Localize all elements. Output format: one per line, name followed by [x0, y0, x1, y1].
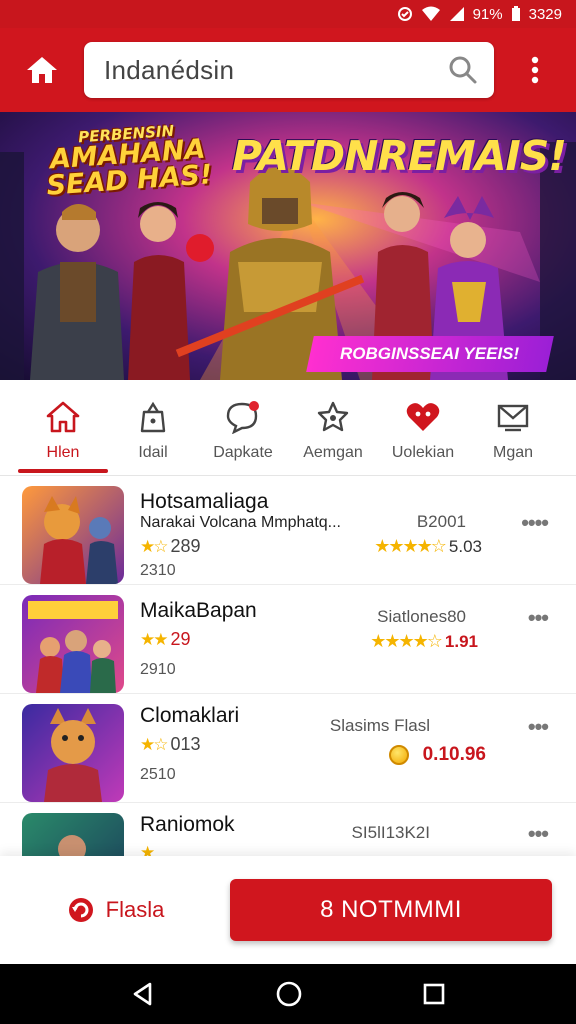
wifi-icon	[421, 6, 441, 22]
game-score: ★★★★☆ 1.91	[370, 631, 478, 652]
notification-icon	[397, 6, 413, 22]
banner-ribbon-text: ROBGINSSEAI YEEIS!	[340, 344, 520, 363]
tab-label: Idail	[138, 444, 168, 461]
mail-icon	[497, 404, 529, 432]
game-rating: ★☆ 013	[140, 734, 201, 755]
tab-label: Mgan	[492, 444, 534, 461]
rating-value: 29	[170, 629, 191, 649]
more-vertical-icon	[531, 56, 539, 84]
recents-icon[interactable]	[422, 982, 446, 1006]
download-count: 2310	[140, 562, 176, 579]
search-input[interactable]: Indanédsin	[104, 55, 448, 86]
list-item[interactable]: MaikaBapan ★★ 29 2910 Siatlones80 ★★★★☆ …	[0, 585, 576, 694]
game-thumbnail	[22, 486, 124, 584]
stars-icon: ★★★★☆	[370, 631, 443, 651]
category-tabs: Hlen Idail Dapkate Aemgan Uolekian Mgan	[0, 380, 576, 476]
tab-rewards[interactable]: Aemgan	[288, 380, 378, 475]
battery-icon	[511, 6, 521, 22]
rating-value: 013	[170, 734, 201, 754]
game-score: 0.10.96	[388, 744, 486, 766]
overflow-menu-button[interactable]	[494, 28, 576, 112]
list-item[interactable]: Raniomok ★ SI5lI13K2I •••	[0, 803, 576, 856]
chat-icon	[226, 401, 259, 434]
flash-button[interactable]: Flasla	[0, 895, 230, 925]
system-nav-bar	[0, 964, 576, 1024]
home-icon	[27, 57, 57, 83]
battery-percent: 91%	[472, 5, 503, 23]
rating-value: 289	[170, 536, 201, 556]
game-title: Raniomok	[140, 813, 235, 836]
refresh-icon	[68, 898, 93, 922]
banner-ribbon: ROBGINSSEAI YEEIS!	[306, 336, 554, 372]
more-options-button[interactable]: •••	[528, 821, 549, 847]
game-meta: B2001	[416, 512, 466, 531]
game-meta: Slasims Flasl	[329, 716, 430, 735]
more-options-button[interactable]: •••	[528, 714, 549, 740]
score-value: 1.91	[444, 631, 478, 651]
score-value: 5.03	[448, 536, 482, 556]
back-icon[interactable]	[130, 981, 156, 1007]
app-header: Indanédsin	[0, 28, 576, 112]
game-list: Hotsamaliaga Narakai Volcana Mmphatq... …	[0, 476, 576, 856]
list-item[interactable]: Hotsamaliaga Narakai Volcana Mmphatq... …	[0, 476, 576, 585]
tab-favorites[interactable]: Uolekian	[378, 380, 468, 475]
game-rating: ★★ 29	[140, 629, 191, 650]
banner-title-left-main: AMAHANA SEAD HAS!	[45, 133, 214, 202]
download-count: 2910	[140, 661, 176, 678]
stars-icon: ★★★★☆	[374, 536, 447, 556]
home-button[interactable]	[0, 28, 84, 112]
tab-messages[interactable]: Mgan	[468, 380, 558, 475]
game-thumbnail	[22, 595, 124, 693]
game-rating: ★☆ 289	[140, 536, 201, 557]
tab-chat[interactable]: Dapkate	[198, 380, 288, 475]
flash-label: Flasla	[105, 897, 165, 922]
search-icon[interactable]	[448, 55, 478, 85]
game-meta: SI5lI13K2I	[351, 823, 430, 842]
bottom-action-bar: Flasla 8 NOTMMMI	[0, 856, 576, 964]
tab-shop[interactable]: Idail	[108, 380, 198, 475]
clock: 3329	[528, 5, 562, 23]
home-circle-icon[interactable]	[275, 980, 303, 1008]
star-rating-icon: ★★	[140, 629, 169, 649]
home-icon	[46, 401, 80, 433]
more-options-button[interactable]: •••	[528, 605, 549, 631]
heart-icon	[406, 403, 440, 431]
score-value: 0.10.96	[422, 744, 486, 765]
star-rating-icon: ★	[140, 843, 155, 856]
status-bar: 91% 3329	[0, 0, 576, 28]
game-title: Hotsamaliaga	[140, 490, 269, 513]
game-rating: ★	[140, 843, 155, 856]
tab-home[interactable]: Hlen	[18, 380, 108, 475]
banner-title-main: PATDNREMAIS!	[232, 132, 567, 180]
download-count: 2510	[140, 766, 176, 783]
more-options-button[interactable]: ••••	[521, 510, 549, 536]
tab-label: Dapkate	[213, 444, 273, 461]
tab-label: Uolekian	[391, 444, 455, 461]
banner-title-left: PERBENSIN AMAHANA SEAD HAS!	[26, 119, 230, 202]
star-rating-icon: ★☆	[140, 734, 169, 754]
star-rating-icon: ★☆	[140, 536, 169, 556]
game-score: ★★★★☆ 5.03	[374, 536, 482, 557]
game-meta: Siatlones80	[377, 607, 466, 626]
search-field[interactable]: Indanédsin	[84, 42, 494, 98]
game-title: MaikaBapan	[140, 599, 257, 622]
list-item[interactable]: Clomaklari ★☆ 013 2510 Slasims Flasl 0.1…	[0, 694, 576, 803]
game-subtitle: Narakai Volcana Mmphatq...	[140, 514, 341, 531]
game-title: Clomaklari	[140, 704, 240, 727]
coin-icon	[388, 745, 409, 765]
star-badge-icon	[317, 401, 349, 432]
tab-label: Aemgan	[303, 444, 363, 461]
game-thumbnail	[22, 813, 124, 856]
promo-banner[interactable]: PERBENSIN AMAHANA SEAD HAS! PATDNREMAIS!…	[0, 112, 576, 380]
signal-icon	[449, 6, 465, 22]
tab-label: Hlen	[46, 444, 80, 461]
game-thumbnail	[22, 704, 124, 802]
primary-action-button[interactable]: 8 NOTMMMI	[230, 879, 552, 941]
bag-icon	[140, 401, 166, 433]
